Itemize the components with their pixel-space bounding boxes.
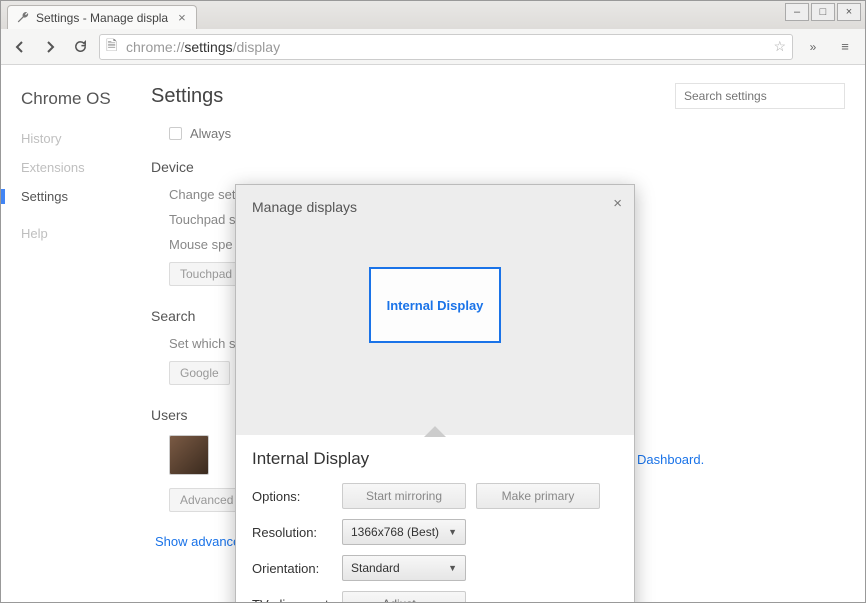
reload-button[interactable] xyxy=(69,36,91,58)
nav-extensions[interactable]: Extensions xyxy=(21,160,151,175)
start-mirroring-button[interactable]: Start mirroring xyxy=(342,483,466,509)
user-avatar[interactable] xyxy=(169,435,209,475)
nav-help[interactable]: Help xyxy=(21,226,151,241)
overflow-button[interactable]: » xyxy=(801,35,825,59)
dashboard-link[interactable]: Dashboard. xyxy=(637,452,704,467)
resolution-row: Resolution: 1366x768 (Best) ▼ xyxy=(252,519,618,545)
google-button[interactable]: Google xyxy=(169,361,230,385)
forward-button[interactable] xyxy=(39,36,61,58)
os-title: Chrome OS xyxy=(21,89,151,109)
dialog-preview-area: Manage displays × Internal Display xyxy=(236,185,634,435)
nav-settings[interactable]: Settings xyxy=(1,189,151,204)
app-window: Settings - Manage displa × – □ × 🗎 chrom… xyxy=(0,0,866,603)
advanced-sync-button[interactable]: Advanced xyxy=(169,488,244,512)
touchpad-settings-button[interactable]: Touchpad xyxy=(169,262,243,286)
dialog-close-icon[interactable]: × xyxy=(613,195,622,212)
device-heading: Device xyxy=(151,159,845,175)
options-row: Options: Start mirroring Make primary xyxy=(252,483,618,509)
display-arrangement-area[interactable]: Internal Display xyxy=(252,215,618,395)
tab-close-icon[interactable]: × xyxy=(178,10,186,25)
titlebar: Settings - Manage displa × – □ × xyxy=(1,1,865,29)
orientation-row: Orientation: Standard ▼ xyxy=(252,555,618,581)
orientation-select[interactable]: Standard ▼ xyxy=(342,555,466,581)
resolution-label: Resolution: xyxy=(252,525,342,540)
tab-title: Settings - Manage displa xyxy=(36,11,168,25)
address-bar[interactable]: 🗎 chrome://settings/display ☆ xyxy=(99,34,793,60)
resolution-value: 1366x768 (Best) xyxy=(351,525,439,539)
dialog-title: Manage displays xyxy=(252,199,618,215)
chevron-down-icon: ▼ xyxy=(448,527,457,537)
wrench-icon xyxy=(16,11,30,25)
chevron-down-icon: ▼ xyxy=(448,563,457,573)
browser-tab[interactable]: Settings - Manage displa × xyxy=(7,5,197,29)
make-primary-button[interactable]: Make primary xyxy=(476,483,600,509)
bookmark-star-icon[interactable]: ☆ xyxy=(773,38,786,55)
toolbar: 🗎 chrome://settings/display ☆ » ≡ xyxy=(1,29,865,65)
sidebar: Chrome OS History Extensions Settings He… xyxy=(1,65,151,602)
always-show-label: Always xyxy=(190,126,231,141)
resolution-select[interactable]: 1366x768 (Best) ▼ xyxy=(342,519,466,545)
search-settings-input[interactable] xyxy=(675,83,845,109)
minimize-button[interactable]: – xyxy=(785,3,809,21)
orientation-label: Orientation: xyxy=(252,561,342,576)
back-button[interactable] xyxy=(9,36,31,58)
manage-displays-dialog: Manage displays × Internal Display Inter… xyxy=(235,184,635,602)
options-label: Options: xyxy=(252,489,342,504)
adjust-button[interactable]: Adjust... xyxy=(342,591,466,602)
url-text: chrome://settings/display xyxy=(126,39,280,55)
maximize-button[interactable]: □ xyxy=(811,3,835,21)
dialog-body: Internal Display Options: Start mirrorin… xyxy=(236,435,634,602)
checkbox-icon[interactable] xyxy=(169,127,182,140)
menu-button[interactable]: ≡ xyxy=(833,35,857,59)
tv-alignment-label: TV alignment: xyxy=(252,597,342,603)
orientation-value: Standard xyxy=(351,561,400,575)
page-icon: 🗎 xyxy=(106,35,120,59)
internal-display-box[interactable]: Internal Display xyxy=(369,267,501,343)
selected-display-heading: Internal Display xyxy=(252,449,618,469)
always-show-row[interactable]: Always xyxy=(169,126,845,141)
close-window-button[interactable]: × xyxy=(837,3,861,21)
content-area: Chrome OS History Extensions Settings He… xyxy=(1,65,865,602)
tv-alignment-row: TV alignment: Adjust... xyxy=(252,591,618,602)
nav-history[interactable]: History xyxy=(21,131,151,146)
pointer-notch-icon xyxy=(425,426,445,436)
window-buttons: – □ × xyxy=(783,3,861,21)
